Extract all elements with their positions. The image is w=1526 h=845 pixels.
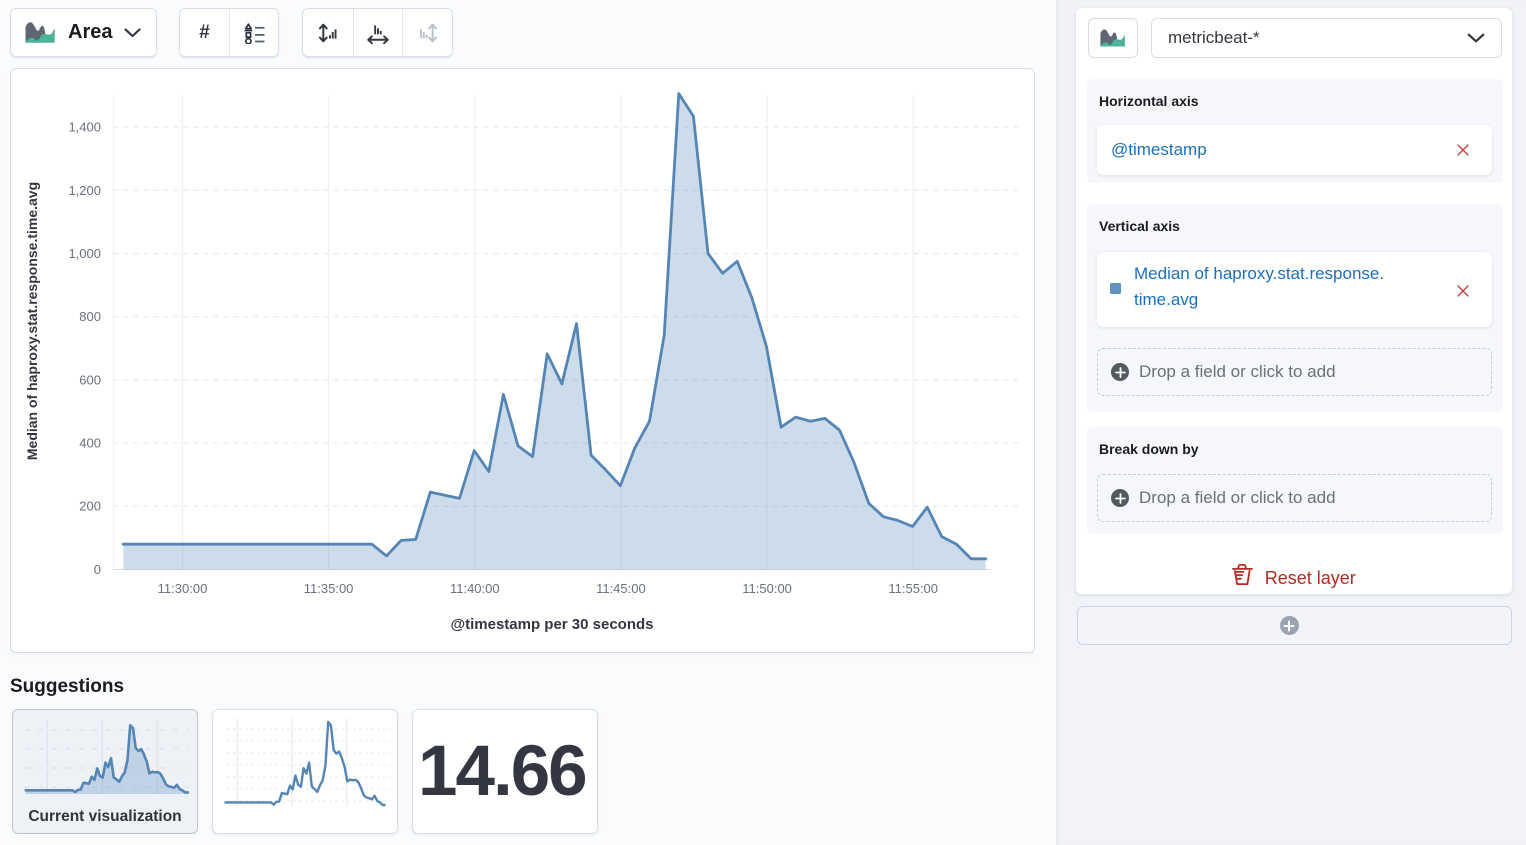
svg-text:1,000: 1,000 (68, 246, 101, 261)
svg-text:11:45:00: 11:45:00 (596, 581, 646, 596)
svg-text:Median of haproxy.stat.respons: Median of haproxy.stat.response.time.avg (24, 182, 40, 460)
svg-text:200: 200 (79, 499, 101, 514)
svg-text:0: 0 (94, 562, 101, 577)
svg-text:11:35:00: 11:35:00 (304, 581, 354, 596)
svg-text:11:55:00: 11:55:00 (888, 581, 938, 596)
svg-text:11:50:00: 11:50:00 (742, 581, 792, 596)
svg-text:800: 800 (79, 309, 101, 324)
svg-text:600: 600 (79, 372, 101, 387)
svg-text:1,400: 1,400 (68, 120, 101, 135)
svg-text:@timestamp per 30 seconds: @timestamp per 30 seconds (450, 616, 653, 633)
svg-text:1,200: 1,200 (68, 183, 101, 198)
svg-text:11:40:00: 11:40:00 (450, 581, 500, 596)
svg-text:400: 400 (79, 436, 101, 451)
svg-text:11:30:00: 11:30:00 (158, 581, 208, 596)
